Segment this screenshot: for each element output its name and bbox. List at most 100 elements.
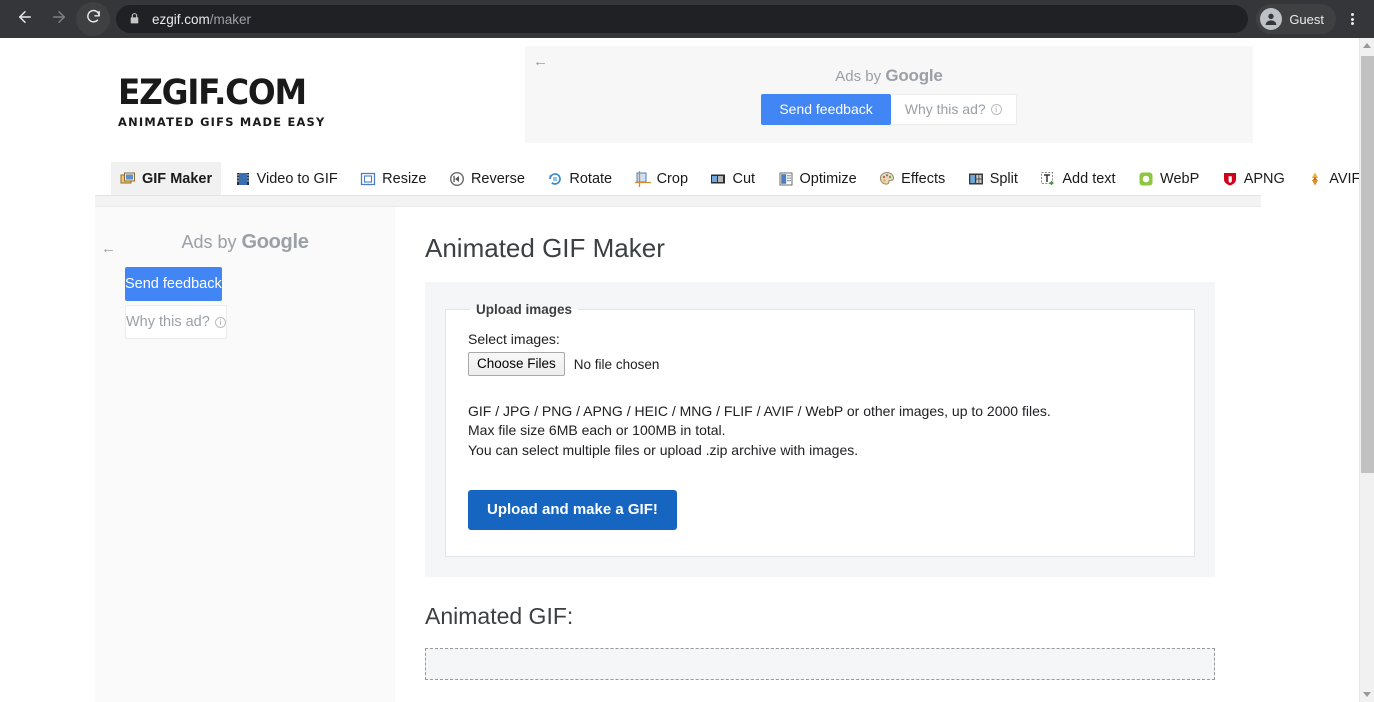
browser-viewport: EZGIF.COM ANIMATED GIFS MADE EASY ← Ads … [0, 38, 1374, 702]
browser-menu-button[interactable] [1338, 4, 1366, 34]
nav-tab-gif-maker[interactable]: GIF Maker [111, 162, 222, 195]
help-line-multiple: You can select multiple files or upload … [468, 441, 859, 458]
kebab-menu-icon [1350, 12, 1354, 27]
cut-icon [710, 171, 726, 187]
sidebar-ad: ← Ads by Google Send feedback Why this a… [95, 231, 395, 339]
forward-arrow-icon [50, 8, 68, 31]
animated-gif-result-title: Animated GIF: [425, 603, 574, 630]
video-to-gif-icon [235, 171, 251, 187]
nav-tab-video-to-gif[interactable]: Video to GIF [226, 162, 347, 195]
sidebar-google-brand: Google [241, 231, 309, 253]
forward-button[interactable] [42, 2, 76, 36]
nav-tab-avif[interactable]: AVIF [1298, 162, 1359, 195]
url-text: ezgif.com/maker [152, 12, 251, 27]
scrollbar-up-arrow[interactable] [1360, 38, 1374, 53]
optimize-icon [778, 171, 794, 187]
chevron-up-icon [1363, 43, 1371, 48]
nav-separator [95, 196, 1261, 207]
add-text-icon [1040, 171, 1056, 187]
nav-tab-label: Effects [901, 170, 946, 187]
top-ad-content: Ads by Google Send feedback Why this ad?… [525, 66, 1253, 126]
logo-tagline: ANIMATED GIFS MADE EASY [118, 115, 326, 129]
rotate-icon [547, 171, 563, 187]
site-container: EZGIF.COM ANIMATED GIFS MADE EASY ← Ads … [95, 38, 1359, 702]
profile-button[interactable]: Guest [1256, 4, 1336, 34]
google-brand: Google [885, 66, 943, 85]
animated-gif-result-box [425, 648, 1215, 681]
site-logo[interactable]: EZGIF.COM ANIMATED GIFS MADE EASY [95, 38, 525, 130]
info-icon: i [990, 104, 1002, 116]
effects-icon [879, 171, 895, 187]
nav-tab-effects[interactable]: Effects [870, 162, 954, 195]
ads-by-prefix: Ads by [835, 68, 886, 85]
nav-tab-apng[interactable]: APNG [1213, 162, 1294, 195]
nav-tab-label: Crop [656, 170, 689, 187]
nav-tab-crop[interactable]: Crop [626, 162, 697, 195]
lock-icon [128, 12, 142, 26]
nav-tab-label: Optimize [799, 170, 857, 187]
nav-tab-cut[interactable]: Cut [701, 162, 764, 195]
back-button[interactable] [8, 2, 42, 36]
nav-tab-reverse[interactable]: Reverse [440, 162, 534, 195]
upload-images-fieldset: Upload images Select images: Choose File… [445, 302, 1195, 558]
nav-tab-label: Cut [732, 170, 756, 187]
nav-tab-rotate[interactable]: Rotate [538, 162, 621, 195]
nav-tab-label: WebP [1160, 170, 1200, 187]
nav-tab-optimize[interactable]: Optimize [769, 162, 866, 195]
nav-tab-label: Split [989, 170, 1018, 187]
file-status-label: No file chosen [573, 356, 660, 372]
sidebar-ads-by-prefix: Ads by [181, 232, 242, 252]
split-icon [968, 171, 984, 187]
url-host: ezgif.com [152, 11, 210, 27]
nav-tab-label: Add text [1062, 170, 1116, 187]
apng-icon [1222, 171, 1238, 187]
ads-by-google-label: Ads by Google [525, 66, 1253, 86]
help-line-size: Max file size 6MB each or 100MB in total… [468, 422, 726, 439]
file-input-row[interactable]: Choose Files No file chosen [468, 352, 1172, 377]
nav-tab-webp[interactable]: WebP [1129, 162, 1208, 195]
gif-maker-icon [120, 171, 136, 187]
web-page: EZGIF.COM ANIMATED GIFS MADE EASY ← Ads … [0, 38, 1359, 702]
why-this-ad-button[interactable]: Why this ad? i [890, 94, 1017, 126]
upload-form-card: Upload images Select images: Choose File… [425, 282, 1215, 578]
webp-icon [1138, 171, 1154, 187]
top-ad-banner: ← Ads by Google Send feedback Why this a… [525, 46, 1253, 143]
url-path: /maker [209, 11, 252, 27]
choose-files-button[interactable]: Choose Files [468, 352, 565, 377]
address-bar[interactable]: ezgif.com/maker [116, 5, 1249, 33]
send-feedback-button[interactable]: Send feedback [761, 94, 891, 126]
scrollbar-down-arrow[interactable] [1360, 687, 1374, 702]
nav-tab-label: Resize [382, 170, 427, 187]
reload-button[interactable] [76, 2, 110, 36]
page-scrollbar[interactable] [1359, 38, 1374, 702]
sidebar-why-this-ad-label: Why this ad? [126, 314, 210, 330]
nav-tab-add-text[interactable]: Add text [1031, 162, 1124, 195]
resize-icon [360, 171, 376, 187]
why-this-ad-label: Why this ad? [904, 101, 986, 117]
sidebar-why-this-ad-button[interactable]: Why this ad? i [125, 305, 227, 339]
nav-tab-split[interactable]: Split [959, 162, 1027, 195]
help-line-formats: GIF / JPG / PNG / APNG / HEIC / MNG / FL… [468, 403, 1051, 420]
scrollbar-thumb[interactable] [1361, 56, 1374, 473]
nav-tab-label: APNG [1243, 170, 1285, 187]
crop-icon [634, 170, 651, 187]
upload-help-text: GIF / JPG / PNG / APNG / HEIC / MNG / FL… [468, 402, 1172, 460]
browser-toolbar: ezgif.com/maker Guest [0, 0, 1374, 38]
upload-images-legend: Upload images [476, 302, 573, 317]
sidebar-info-icon: i [214, 316, 226, 328]
back-arrow-icon [16, 8, 34, 31]
main-navigation: GIF Maker Video to GIF Resize Reverse Ro… [95, 162, 1359, 196]
upload-and-make-gif-button[interactable]: Upload and make a GIF! [468, 489, 677, 531]
sidebar-send-feedback-button[interactable]: Send feedback [125, 267, 222, 301]
logo-wordmark: EZGIF.COM [118, 73, 307, 113]
nav-tab-resize[interactable]: Resize [351, 162, 435, 195]
page-body: ← Ads by Google Send feedback Why this a… [95, 207, 1261, 702]
sidebar-ad-back-arrow-icon[interactable]: ← [101, 241, 116, 256]
sidebar-ad-column: ← Ads by Google Send feedback Why this a… [95, 207, 395, 702]
avatar [1260, 8, 1283, 30]
top-ad-buttons: Send feedback Why this ad? i [525, 94, 1253, 126]
reload-icon [85, 8, 102, 30]
nav-tab-label: GIF Maker [142, 170, 213, 187]
nav-tab-label: AVIF [1329, 170, 1359, 187]
main-content: Animated GIF Maker Upload images Select … [395, 207, 1261, 702]
